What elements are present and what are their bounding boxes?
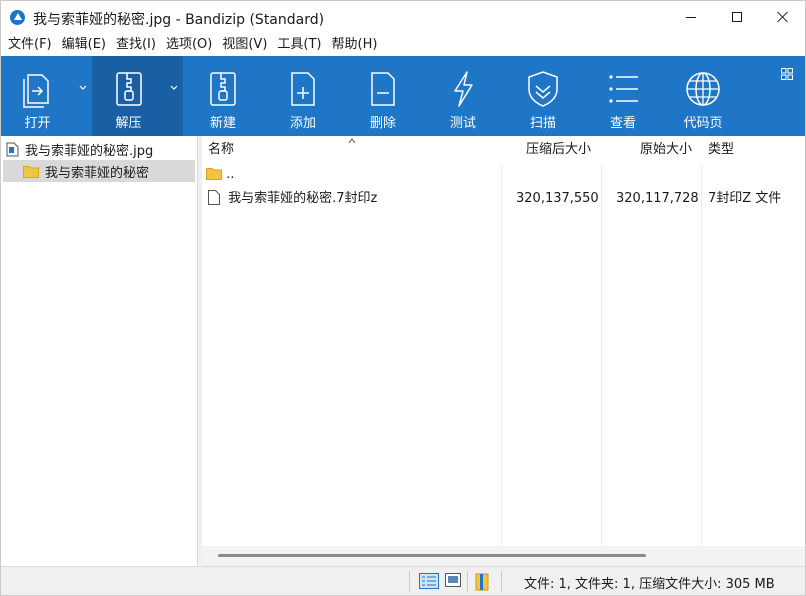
file-compressed-size: 320,137,550	[516, 191, 599, 206]
menu-file[interactable]: 文件(F)	[3, 34, 57, 56]
file-original-size: 320,117,728	[616, 191, 699, 206]
new-button[interactable]: 新建	[184, 56, 262, 136]
preview-view-button[interactable]	[445, 573, 463, 589]
open-button[interactable]: 打开	[1, 56, 74, 136]
chevron-down-icon	[79, 85, 87, 90]
extract-zipper-icon	[109, 69, 149, 109]
shield-icon	[523, 69, 563, 109]
status-divider	[467, 571, 468, 592]
grid-icon	[781, 68, 793, 80]
menu-edit[interactable]: 编辑(E)	[57, 34, 111, 56]
parent-folder-label: ..	[226, 167, 235, 182]
delete-button-label: 删除	[369, 116, 396, 131]
lightning-icon	[443, 69, 483, 109]
menu-bar: 文件(F) 编辑(E) 查找(I) 选项(O) 视图(V) 工具(T) 帮助(H…	[1, 34, 805, 56]
column-header-type[interactable]: 类型	[708, 136, 734, 164]
codepage-button-label: 代码页	[683, 116, 723, 131]
minimize-button[interactable]	[668, 1, 714, 33]
status-divider	[409, 571, 410, 592]
horizontal-scrollbar[interactable]	[202, 546, 805, 566]
chevron-down-icon	[170, 85, 178, 90]
column-divider	[601, 164, 602, 546]
scrollbar-thumb[interactable]	[218, 554, 646, 557]
file-icon	[208, 190, 220, 205]
scan-button-label: 扫描	[529, 116, 556, 131]
menu-help[interactable]: 帮助(H)	[327, 34, 383, 56]
image-preview-icon	[445, 573, 461, 587]
close-button[interactable]	[760, 1, 806, 33]
column-divider	[501, 164, 502, 546]
status-bar: 文件: 1, 文件夹: 1, 压缩文件大小: 305 MB	[1, 566, 805, 595]
add-button[interactable]: 添加	[264, 56, 342, 136]
list-icon	[603, 69, 643, 109]
tree-item-folder-label: 我与索菲娅的秘密	[45, 165, 150, 181]
folder-icon	[206, 168, 222, 180]
layout-toggle-button[interactable]	[781, 68, 793, 80]
sort-ascending-icon	[348, 138, 356, 144]
menu-options[interactable]: 选项(O)	[161, 34, 217, 56]
delete-file-icon	[363, 69, 403, 109]
maximize-icon	[732, 12, 742, 22]
table-row[interactable]: 我与索菲娅的秘密.7封印z	[208, 188, 377, 210]
toolbar: 打开 解压 新建 添加 删除 测试 扫描 查看 代码页	[1, 56, 805, 136]
open-button-label: 打开	[24, 116, 51, 131]
status-divider	[501, 571, 502, 592]
window-title: 我与索菲娅的秘密.jpg - Bandizip (Standard)	[33, 12, 325, 28]
globe-icon	[683, 69, 723, 109]
column-header-name[interactable]: 名称	[208, 136, 234, 164]
add-file-icon	[283, 69, 323, 109]
status-summary: 文件: 1, 文件夹: 1, 压缩文件大小: 305 MB	[524, 577, 775, 592]
menu-view[interactable]: 视图(V)	[217, 34, 272, 56]
title-bar[interactable]: 我与索菲娅的秘密.jpg - Bandizip (Standard)	[1, 1, 805, 34]
new-button-label: 新建	[209, 116, 236, 131]
archive-file-icon	[6, 142, 19, 156]
test-button-label: 测试	[449, 116, 476, 131]
column-divider	[701, 164, 702, 546]
delete-button[interactable]: 删除	[344, 56, 422, 136]
column-header-compressed-size[interactable]: 压缩后大小	[526, 136, 591, 164]
app-window: 我与索菲娅的秘密.jpg - Bandizip (Standard) 文件(F)…	[0, 0, 806, 596]
view-button-label: 查看	[609, 116, 636, 131]
minimize-icon	[686, 16, 696, 18]
file-list: 名称 压缩后大小 原始大小 类型 .. 我与索菲娅的秘密.7封印z 320,13…	[202, 136, 805, 566]
folder-tree: 我与索菲娅的秘密.jpg 我与索菲娅的秘密	[1, 136, 198, 566]
file-name: 我与索菲娅的秘密.7封印z	[228, 191, 378, 206]
maximize-button[interactable]	[714, 1, 760, 33]
bandizip-app-icon[interactable]	[10, 10, 25, 25]
list-item-parent-folder[interactable]: ..	[206, 164, 234, 186]
file-type: 7封印Z 文件	[708, 191, 782, 206]
details-view-button[interactable]	[419, 573, 439, 589]
extract-dropdown-button[interactable]	[165, 56, 183, 136]
tree-item-archive-label: 我与索菲娅的秘密.jpg	[25, 143, 154, 159]
open-dropdown-button[interactable]	[74, 56, 92, 136]
details-view-icon	[419, 573, 439, 589]
codepage-button[interactable]: 代码页	[664, 56, 742, 136]
extract-button-label: 解压	[115, 116, 142, 131]
tree-item-folder[interactable]: 我与索菲娅的秘密	[3, 160, 195, 182]
close-icon	[777, 11, 789, 23]
scan-button[interactable]: 扫描	[504, 56, 582, 136]
extract-button[interactable]: 解压	[92, 56, 165, 136]
archive-info-button[interactable]	[475, 573, 493, 591]
column-header-original-size[interactable]: 原始大小	[640, 136, 692, 164]
zip-archive-icon	[475, 573, 489, 591]
menu-tools[interactable]: 工具(T)	[272, 34, 326, 56]
test-button[interactable]: 测试	[424, 56, 502, 136]
folder-icon	[23, 165, 39, 178]
open-archive-icon	[18, 69, 58, 109]
new-archive-icon	[203, 69, 243, 109]
menu-find[interactable]: 查找(I)	[111, 34, 161, 56]
view-button[interactable]: 查看	[584, 56, 662, 136]
tree-item-archive[interactable]: 我与索菲娅的秘密.jpg	[6, 138, 153, 160]
add-button-label: 添加	[289, 116, 316, 131]
